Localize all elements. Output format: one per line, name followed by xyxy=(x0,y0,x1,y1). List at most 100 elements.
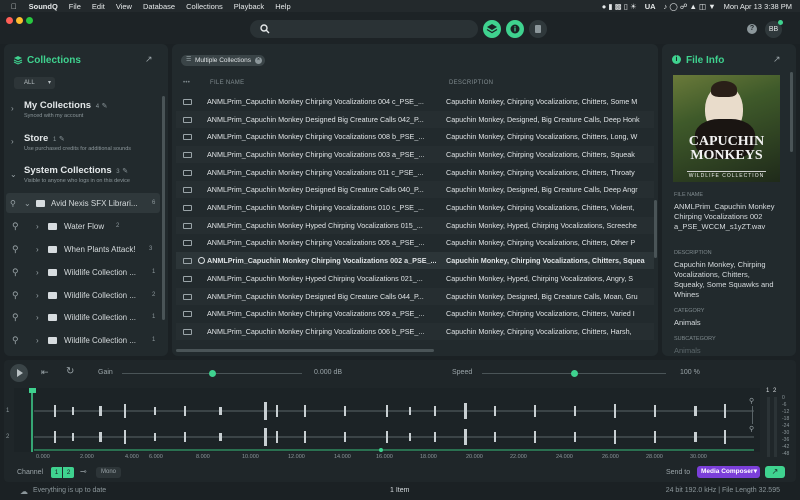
menu-edit[interactable]: Edit xyxy=(92,2,105,11)
speed-slider-knob[interactable] xyxy=(570,370,578,377)
table-row[interactable]: ANMLPrim_Capuchin Monkey Designed Big Cr… xyxy=(176,111,654,128)
column-header-description[interactable]: DESCRIPTION xyxy=(449,80,493,86)
collections-filter-select[interactable]: ALL ▾ xyxy=(14,77,55,89)
system-icons[interactable]: ♪ ◯ ☍ ▲ ◫ ▼ xyxy=(664,2,716,11)
chevron-right-icon[interactable]: › xyxy=(36,245,39,254)
right-scrollbar[interactable] xyxy=(790,72,793,152)
help-icon[interactable]: ? xyxy=(747,24,757,34)
time-ruler: 0.000 2.000 4.000 6.000 8.000 10.000 12.… xyxy=(36,454,760,464)
search-icon[interactable]: ⚲ xyxy=(12,335,19,346)
my-collections[interactable]: My Collections 4 ✎ xyxy=(24,100,108,111)
table-row[interactable]: ANMLPrim_Capuchin Monkey Chirping Vocali… xyxy=(176,199,654,216)
return-to-start-icon[interactable]: ⇤ xyxy=(41,367,49,378)
table-row[interactable]: ANMLPrim_Capuchin Monkey Hyped Chirping … xyxy=(176,270,654,287)
system-collections[interactable]: System Collections 3 ✎ xyxy=(24,165,128,176)
search-input[interactable] xyxy=(250,20,478,38)
search-scope-icon[interactable]: ⚲ xyxy=(10,199,16,208)
close-window-button[interactable] xyxy=(6,17,13,24)
table-row[interactable]: ANMLPrim_Capuchin Monkey Chirping Vocali… xyxy=(176,146,654,163)
menu-help[interactable]: Help xyxy=(275,2,290,11)
info-button[interactable] xyxy=(506,20,524,38)
collection-chip[interactable]: ☰ Multiple Collections × xyxy=(181,55,265,66)
status-icons[interactable]: ● ▮ ▩ ▯ ☀ xyxy=(602,2,637,11)
channel-2-button[interactable]: 2 xyxy=(63,467,74,478)
expand-icon[interactable]: ↗ xyxy=(145,54,153,65)
tree-row[interactable]: ⚲ › Wildlife Collection ... 1 xyxy=(6,307,160,327)
search-icon[interactable]: ⚲ xyxy=(12,290,19,301)
waveform[interactable]: 1 2 xyxy=(6,388,760,452)
system-collections-chevron-icon[interactable]: ⌄ xyxy=(10,170,17,179)
zoom-in-icon[interactable]: ⚲ xyxy=(749,397,754,405)
loop-icon[interactable]: ↻ xyxy=(66,366,74,377)
app-name[interactable]: SoundQ xyxy=(29,2,58,11)
tree-row-selected[interactable]: ⚲ ⌄ Avid Nexis SFX Librari... 6 xyxy=(6,193,160,213)
apple-icon[interactable]:  xyxy=(11,2,17,11)
channel-1-button[interactable]: 1 xyxy=(51,467,62,478)
tick-label: 8.000 xyxy=(196,454,210,460)
store-chevron-icon[interactable]: › xyxy=(11,137,14,146)
search-icon[interactable]: ⚲ xyxy=(12,267,19,278)
chevron-right-icon[interactable]: › xyxy=(36,291,39,300)
chevron-right-icon[interactable]: › xyxy=(36,336,39,345)
table-row[interactable]: ANMLPrim_Capuchin Monkey Hyped Chirping … xyxy=(176,217,654,234)
tree-row[interactable]: ⚲ › Wildlife Collection ... 2 xyxy=(6,285,160,305)
menu-file[interactable]: File xyxy=(69,2,81,11)
document-button[interactable] xyxy=(529,20,547,38)
menu-view[interactable]: View xyxy=(116,2,132,11)
search-icon[interactable]: ⚲ xyxy=(12,244,19,255)
table-row[interactable]: ANMLPrim_Capuchin Monkey Chirping Vocali… xyxy=(176,234,654,251)
avatar[interactable]: BB xyxy=(765,20,783,38)
keyboard-indicator[interactable]: UA xyxy=(645,2,656,11)
send-target-select[interactable]: Media Composer ▾ xyxy=(697,466,760,478)
toggle-icon[interactable]: ⊸ xyxy=(80,467,87,476)
menu-playback[interactable]: Playback xyxy=(234,2,264,11)
table-row[interactable]: ANMLPrim_Capuchin Monkey Chirping Vocali… xyxy=(176,128,654,145)
menu-collections[interactable]: Collections xyxy=(186,2,223,11)
system-collections-subtitle: Visible to anyone who logs in on this de… xyxy=(24,178,130,184)
table-row[interactable]: ANMLPrim_Capuchin Monkey Chirping Vocali… xyxy=(176,164,654,181)
edit-icon[interactable]: ✎ xyxy=(102,103,108,110)
table-row[interactable]: ANMLPrim_Capuchin Monkey Designed Big Cr… xyxy=(176,288,654,305)
mono-button[interactable]: Mono xyxy=(96,467,121,478)
tree-row[interactable]: ⚲ › Wildlife Collection ... 1 xyxy=(6,330,160,350)
minimize-window-button[interactable] xyxy=(16,17,23,24)
table-row[interactable]: ANMLPrim_Capuchin Monkey Chirping Vocali… xyxy=(176,305,654,322)
edit-icon[interactable]: ✎ xyxy=(122,168,128,175)
chevron-right-icon[interactable]: › xyxy=(36,313,39,322)
chevron-right-icon[interactable]: › xyxy=(36,268,39,277)
table-row-selected[interactable]: ANMLPrim_Capuchin Monkey Chirping Vocali… xyxy=(176,252,654,269)
play-button[interactable] xyxy=(10,364,28,382)
search-icon[interactable]: ⚲ xyxy=(12,312,19,323)
expand-icon[interactable]: ↗ xyxy=(773,54,781,65)
gain-slider[interactable] xyxy=(122,370,302,377)
layers-button[interactable] xyxy=(483,20,501,38)
horizontal-scrollbar[interactable] xyxy=(176,349,434,352)
chevron-right-icon[interactable]: › xyxy=(36,222,39,231)
clock[interactable]: Mon Apr 13 3:38 PM xyxy=(724,2,792,11)
zoom-slider[interactable] xyxy=(752,406,753,424)
gain-slider-knob[interactable] xyxy=(208,370,216,377)
zoom-out-icon[interactable]: ⚲ xyxy=(749,425,754,433)
tree-item-label: Wildlife Collection ... xyxy=(64,335,137,345)
status-bar: ☁ Everything is up to date 1 Item 24 bit… xyxy=(0,484,800,500)
menu-database[interactable]: Database xyxy=(143,2,175,11)
search-icon[interactable]: ⚲ xyxy=(12,221,19,232)
my-collections-chevron-icon[interactable]: › xyxy=(11,104,14,113)
chevron-down-icon[interactable]: ⌄ xyxy=(24,199,31,208)
send-button[interactable]: ↗ xyxy=(765,466,785,478)
table-row[interactable]: ANMLPrim_Capuchin Monkey Designed Big Cr… xyxy=(176,181,654,198)
column-options-icon[interactable]: ••• xyxy=(183,80,190,86)
chip-close-icon[interactable]: × xyxy=(255,57,262,64)
table-row[interactable]: ANMLPrim_Capuchin Monkey Chirping Vocali… xyxy=(176,323,654,340)
column-header-filename[interactable]: FILE NAME xyxy=(210,80,244,86)
table-row[interactable]: ANMLPrim_Capuchin Monkey Chirping Vocali… xyxy=(176,93,654,110)
speed-slider[interactable] xyxy=(482,370,666,377)
tree-row[interactable]: ⚲ › Wildlife Collection ... 1 xyxy=(6,262,160,282)
store-collections[interactable]: Store 1 ✎ xyxy=(24,133,65,144)
tree-row[interactable]: ⚲ › Water Flow 2 xyxy=(6,216,160,236)
tree-row[interactable]: ⚲ › When Plants Attack! 3 xyxy=(6,239,160,259)
edit-icon[interactable]: ✎ xyxy=(59,136,65,143)
left-scrollbar[interactable] xyxy=(162,96,165,320)
zoom-window-button[interactable] xyxy=(26,17,33,24)
vertical-scrollbar[interactable] xyxy=(654,200,657,258)
